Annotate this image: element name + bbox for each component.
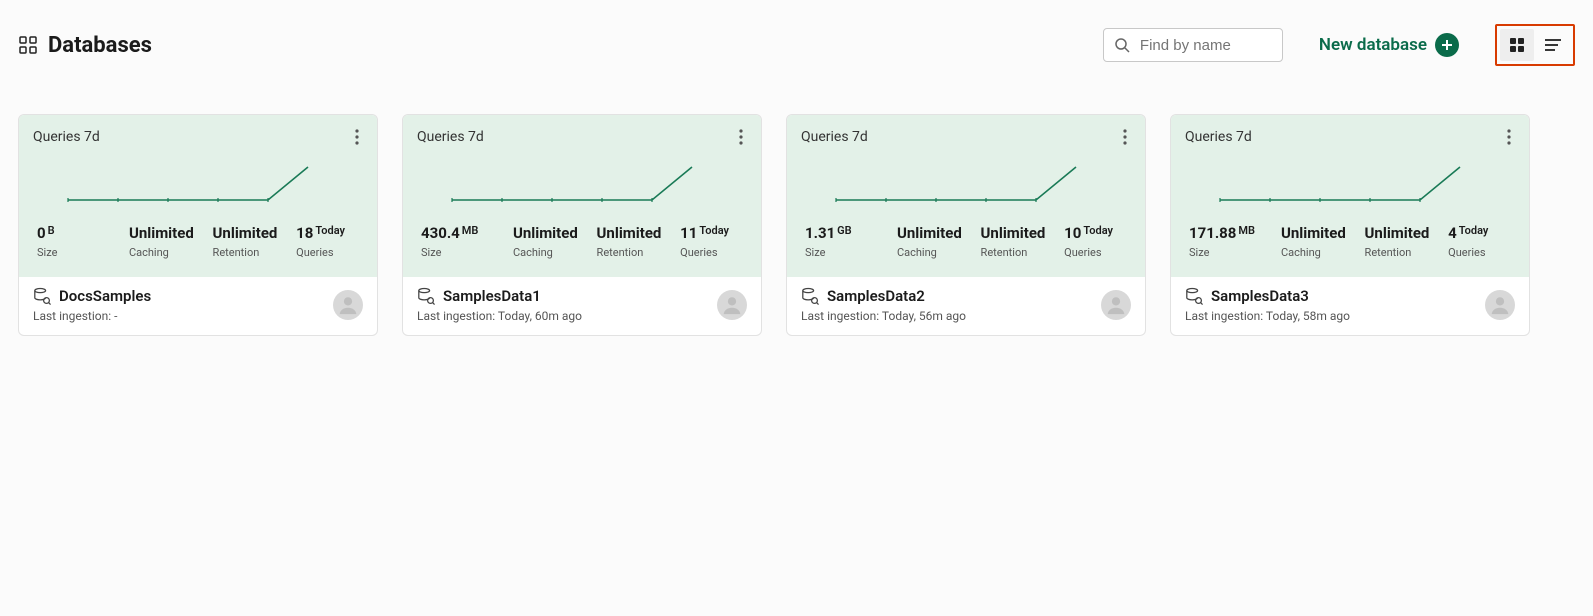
- person-icon: [721, 294, 743, 316]
- view-toggle: [1495, 24, 1575, 66]
- retention-value: Unlimited: [981, 224, 1046, 242]
- size-value: 0B: [37, 224, 129, 242]
- last-ingestion-text: Last ingestion: Today, 56m ago: [801, 309, 1101, 323]
- chart-title: Queries 7d: [1185, 129, 1515, 145]
- queries-value: 4Today: [1448, 224, 1488, 242]
- card-menu-button[interactable]: [345, 125, 369, 149]
- chart-title: Queries 7d: [33, 129, 363, 145]
- database-icon: [33, 287, 51, 305]
- database-name: SamplesData1: [443, 287, 541, 305]
- list-icon: [1544, 37, 1562, 53]
- retention-label: Retention: [1365, 246, 1412, 259]
- queries-label: Queries: [296, 246, 333, 259]
- owner-avatar[interactable]: [333, 290, 363, 320]
- queries-value: 18Today: [296, 224, 345, 242]
- plus-icon: [1435, 33, 1459, 57]
- caching-label: Caching: [897, 246, 937, 259]
- card-menu-button[interactable]: [1113, 125, 1137, 149]
- grid-view-button[interactable]: [1500, 29, 1534, 61]
- sparkline-chart: [801, 155, 1131, 210]
- database-icon: [801, 287, 819, 305]
- retention-value: Unlimited: [213, 224, 278, 242]
- kebab-icon: [355, 129, 359, 145]
- database-name: SamplesData3: [1211, 287, 1309, 305]
- last-ingestion-text: Last ingestion: Today, 60m ago: [417, 309, 717, 323]
- database-card[interactable]: Queries 7d 171.88MB Size Unlimited Cachi…: [1170, 114, 1530, 336]
- person-icon: [1105, 294, 1127, 316]
- queries-label: Queries: [680, 246, 717, 259]
- chart-title: Queries 7d: [417, 129, 747, 145]
- size-label: Size: [421, 246, 513, 259]
- owner-avatar[interactable]: [717, 290, 747, 320]
- card-menu-button[interactable]: [1497, 125, 1521, 149]
- search-field[interactable]: [1103, 28, 1283, 62]
- caching-value: Unlimited: [897, 224, 962, 242]
- kebab-icon: [1507, 129, 1511, 145]
- person-icon: [337, 294, 359, 316]
- retention-value: Unlimited: [597, 224, 662, 242]
- kebab-icon: [1123, 129, 1127, 145]
- size-value: 1.31GB: [805, 224, 897, 242]
- caching-value: Unlimited: [129, 224, 194, 242]
- sparkline-chart: [417, 155, 747, 210]
- grid-icon: [1509, 37, 1525, 53]
- retention-label: Retention: [597, 246, 644, 259]
- new-database-label: New database: [1319, 35, 1427, 55]
- database-card[interactable]: Queries 7d 1.31GB Size Unlimited Caching: [786, 114, 1146, 336]
- size-value: 171.88MB: [1189, 224, 1281, 242]
- size-label: Size: [805, 246, 897, 259]
- size-value: 430.4MB: [421, 224, 513, 242]
- database-icon: [1185, 287, 1203, 305]
- search-input[interactable]: [1138, 36, 1341, 55]
- chart-title: Queries 7d: [801, 129, 1131, 145]
- database-name: DocsSamples: [59, 287, 151, 305]
- sparkline-chart: [33, 155, 363, 210]
- person-icon: [1489, 294, 1511, 316]
- retention-label: Retention: [213, 246, 260, 259]
- database-name: SamplesData2: [827, 287, 925, 305]
- owner-avatar[interactable]: [1101, 290, 1131, 320]
- queries-value: 10Today: [1064, 224, 1113, 242]
- page-title: Databases: [48, 33, 152, 58]
- caching-value: Unlimited: [513, 224, 578, 242]
- owner-avatar[interactable]: [1485, 290, 1515, 320]
- caching-value: Unlimited: [1281, 224, 1346, 242]
- database-icon: [417, 287, 435, 305]
- new-database-button[interactable]: New database: [1319, 33, 1459, 57]
- caching-label: Caching: [513, 246, 553, 259]
- queries-label: Queries: [1064, 246, 1101, 259]
- card-menu-button[interactable]: [729, 125, 753, 149]
- retention-value: Unlimited: [1365, 224, 1430, 242]
- size-label: Size: [1189, 246, 1281, 259]
- caching-label: Caching: [1281, 246, 1321, 259]
- app-icon: [18, 35, 38, 55]
- database-card[interactable]: Queries 7d 430.4MB Size Unlimited Cachin…: [402, 114, 762, 336]
- last-ingestion-text: Last ingestion: -: [33, 309, 333, 323]
- search-icon: [1114, 37, 1130, 53]
- queries-value: 11Today: [680, 224, 729, 242]
- retention-label: Retention: [981, 246, 1028, 259]
- list-view-button[interactable]: [1536, 29, 1570, 61]
- caching-label: Caching: [129, 246, 169, 259]
- sparkline-chart: [1185, 155, 1515, 210]
- kebab-icon: [739, 129, 743, 145]
- database-card[interactable]: Queries 7d 0B Size Unlimited Caching: [18, 114, 378, 336]
- size-label: Size: [37, 246, 129, 259]
- last-ingestion-text: Last ingestion: Today, 58m ago: [1185, 309, 1485, 323]
- queries-label: Queries: [1448, 246, 1485, 259]
